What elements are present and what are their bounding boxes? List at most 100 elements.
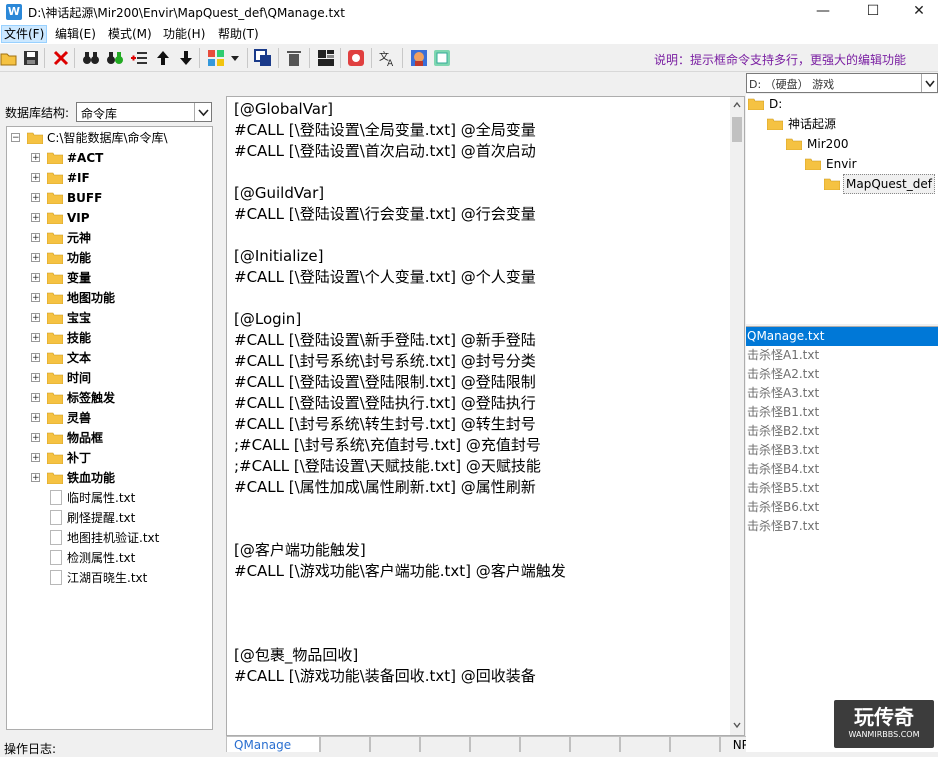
- tree-file-label: 检测属性.txt: [67, 551, 136, 565]
- menu-file[interactable]: 文件(F): [0, 25, 48, 43]
- menu-help[interactable]: 帮助(T): [218, 26, 259, 42]
- layout-icon[interactable]: [317, 49, 335, 67]
- insert-lines-icon[interactable]: [130, 49, 148, 67]
- tree-file-label: 刷怪提醒.txt: [67, 511, 136, 525]
- scroll-thumb[interactable]: [732, 117, 742, 142]
- scroll-up-icon[interactable]: [732, 99, 742, 113]
- editor-tab[interactable]: [620, 736, 670, 752]
- expand-icon[interactable]: +: [31, 433, 40, 443]
- file-icon: [50, 550, 62, 565]
- editor-tabs: QManageNPC刷: [226, 736, 790, 752]
- file-list-item[interactable]: QManage.txt: [746, 327, 938, 346]
- tree-file-label: 临时属性.txt: [67, 491, 136, 505]
- minimize-button[interactable]: —: [800, 0, 846, 24]
- file-list-item[interactable]: 击杀怪B5.txt: [746, 479, 938, 498]
- file-list[interactable]: QManage.txt 击杀怪A1.txt 击杀怪A2.txt 击杀怪A3.txt 击杀…: [746, 326, 938, 752]
- maximize-button[interactable]: ☐: [850, 0, 896, 24]
- code-line: #CALL [\游戏功能\客户端功能.txt] @客户端触发: [234, 562, 566, 580]
- delete-icon[interactable]: [52, 49, 70, 67]
- file-list-item[interactable]: 击杀怪B2.txt: [746, 422, 938, 441]
- copy-windows-icon[interactable]: [254, 49, 272, 67]
- binoculars-next-icon[interactable]: [106, 49, 124, 67]
- trash-icon[interactable]: [285, 49, 303, 67]
- file-list-item[interactable]: 击杀怪B1.txt: [746, 403, 938, 422]
- hint-text: 说明：提示框命令支持多行，更强大的编辑功能: [654, 53, 907, 67]
- dropdown-icon[interactable]: [229, 49, 241, 67]
- person-icon[interactable]: [410, 49, 428, 67]
- tree-file-label: 江湖百晓生.txt: [67, 571, 148, 585]
- code-line: #CALL [\登陆设置\行会变量.txt] @行会变量: [234, 205, 536, 223]
- directory-tree[interactable]: D: 神话起源 Mir200 Envir MapQuest_def: [746, 94, 938, 324]
- file-list-item[interactable]: 击杀怪B7.txt: [746, 517, 938, 536]
- code-line: [@客户端功能触发]: [234, 541, 366, 559]
- editor-tab[interactable]: [370, 736, 420, 752]
- editor-tab[interactable]: QManage: [226, 736, 320, 752]
- expand-icon[interactable]: +: [31, 253, 40, 263]
- chevron-down-icon[interactable]: [921, 74, 937, 92]
- file-list-item[interactable]: 击杀怪B4.txt: [746, 460, 938, 479]
- expand-icon[interactable]: +: [31, 233, 40, 243]
- expand-icon[interactable]: +: [31, 193, 40, 203]
- move-down-icon[interactable]: [177, 49, 195, 67]
- code-line: [@GuildVar]: [234, 184, 325, 202]
- grid-icon[interactable]: [207, 49, 225, 67]
- menu-function[interactable]: 功能(H): [163, 26, 205, 42]
- log-label: 操作日志:: [4, 742, 57, 756]
- collapse-icon[interactable]: −: [11, 133, 20, 143]
- command-tree[interactable]: − C:\智能数据库\命令库\ + #ACT + #IF + BUFF + VIP + 元神 + 功能…: [6, 126, 213, 730]
- tree-folder-label: 宝宝: [67, 311, 92, 325]
- tree-folder-label: #IF: [67, 171, 90, 185]
- translate-icon[interactable]: 文A: [378, 49, 396, 67]
- code-line: ;#CALL [\封号系统\充值封号.txt] @充值封号: [234, 436, 541, 454]
- code-line: [@GlobalVar]: [234, 100, 334, 118]
- move-up-icon[interactable]: [154, 49, 172, 67]
- chevron-down-icon[interactable]: [194, 103, 211, 121]
- file-list-item[interactable]: 击杀怪A2.txt: [746, 365, 938, 384]
- expand-icon[interactable]: +: [31, 413, 40, 423]
- expand-icon[interactable]: +: [31, 473, 40, 483]
- db-structure-select[interactable]: 命令库: [76, 102, 212, 122]
- file-icon: [50, 490, 62, 505]
- expand-icon[interactable]: +: [31, 353, 40, 363]
- editor-tab[interactable]: [520, 736, 570, 752]
- expand-icon[interactable]: +: [31, 393, 40, 403]
- code-line: ;#CALL [\登陆设置\天赋技能.txt] @天赋技能: [234, 457, 541, 475]
- scroll-down-icon[interactable]: [732, 719, 742, 733]
- editor-scrollbar[interactable]: [730, 97, 744, 735]
- watermark-logo: 玩传奇 WANMIRBBS.COM: [834, 700, 934, 748]
- binoculars-icon[interactable]: [82, 49, 100, 67]
- expand-icon[interactable]: +: [31, 333, 40, 343]
- expand-icon[interactable]: +: [31, 373, 40, 383]
- file-list-item[interactable]: 击杀怪B6.txt: [746, 498, 938, 517]
- save-icon[interactable]: [22, 49, 40, 67]
- open-icon[interactable]: [0, 49, 18, 67]
- editor-tab[interactable]: [670, 736, 720, 752]
- watermark-title: 玩传奇: [854, 705, 914, 729]
- code-editor[interactable]: [@GlobalVar] #CALL [\登陆设置\全局变量.txt] @全局变量…: [226, 96, 745, 736]
- drive-select[interactable]: D: （硬盘） 游戏: [746, 73, 938, 93]
- record-icon[interactable]: [347, 49, 365, 67]
- image-icon[interactable]: [433, 49, 451, 67]
- file-icon: [50, 570, 62, 585]
- editor-tab[interactable]: [420, 736, 470, 752]
- tree-folder-label: 时间: [67, 371, 92, 385]
- expand-icon[interactable]: +: [31, 273, 40, 283]
- file-list-item[interactable]: 击杀怪A1.txt: [746, 346, 938, 365]
- editor-tab[interactable]: [320, 736, 370, 752]
- editor-tab[interactable]: [470, 736, 520, 752]
- file-list-item[interactable]: 击杀怪A3.txt: [746, 384, 938, 403]
- menu-edit[interactable]: 编辑(E): [55, 26, 96, 42]
- close-button[interactable]: ✕: [896, 0, 938, 24]
- menu-mode[interactable]: 模式(M): [108, 26, 152, 42]
- code-line: [@包裹_物品回收]: [234, 646, 359, 664]
- expand-icon[interactable]: +: [31, 213, 40, 223]
- expand-icon[interactable]: +: [31, 453, 40, 463]
- expand-icon[interactable]: +: [31, 293, 40, 303]
- expand-icon[interactable]: +: [31, 173, 40, 183]
- svg-text:A: A: [387, 59, 394, 67]
- expand-icon[interactable]: +: [31, 313, 40, 323]
- editor-tab[interactable]: [570, 736, 620, 752]
- tree-folder-label: 灵兽: [67, 411, 92, 425]
- file-list-item[interactable]: 击杀怪B3.txt: [746, 441, 938, 460]
- expand-icon[interactable]: +: [31, 153, 40, 163]
